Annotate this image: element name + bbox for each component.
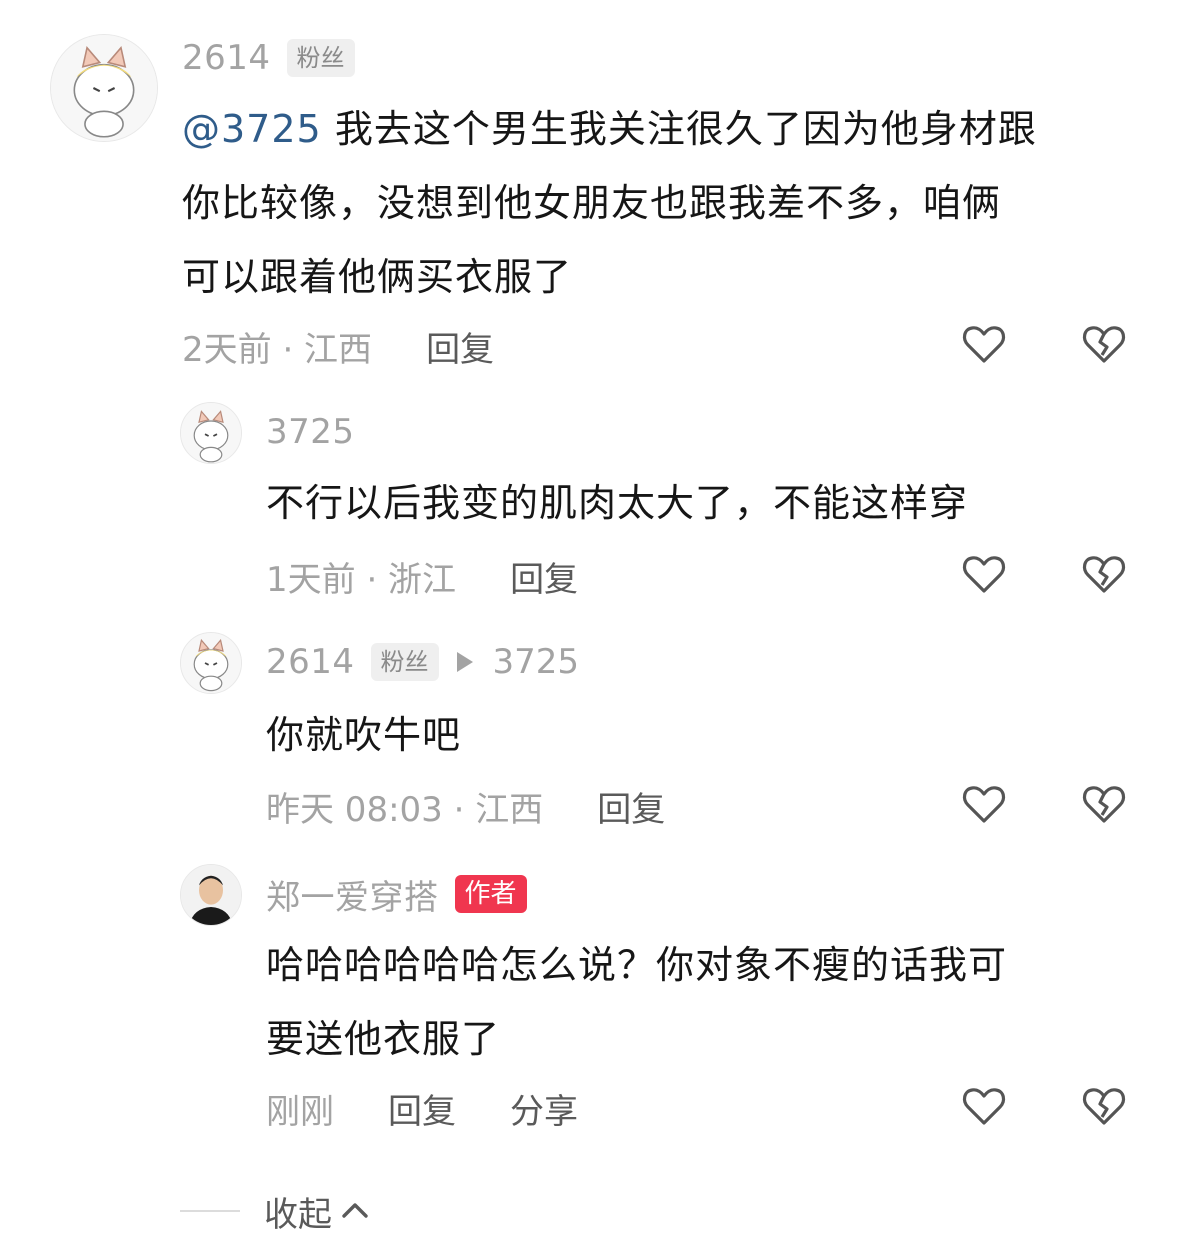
like-button[interactable]: [960, 1082, 1008, 1130]
avatar[interactable]: [50, 34, 158, 142]
reply-target-username[interactable]: 3725: [493, 642, 580, 682]
like-button[interactable]: [960, 550, 1008, 598]
collapse-label: 收起: [264, 1194, 332, 1235]
heart-outline-icon: [962, 326, 1006, 363]
cat-avatar-icon: [181, 403, 241, 463]
dislike-button[interactable]: [1080, 1082, 1128, 1130]
comment-line: 可以跟着他俩买衣服了: [182, 255, 573, 299]
collapse-replies-button[interactable]: 收起: [180, 1186, 372, 1236]
username[interactable]: 2614: [266, 642, 355, 682]
comment-line: 要送他衣服了: [266, 1017, 501, 1061]
like-button[interactable]: [960, 320, 1008, 368]
comment-text: 你就吹牛吧: [266, 698, 1146, 772]
author-badge: 作者: [454, 875, 527, 913]
cat-avatar-icon: [181, 633, 241, 693]
username[interactable]: 2614: [182, 38, 271, 78]
chevron-up-icon: [342, 1203, 368, 1218]
person-avatar-icon: [181, 865, 241, 925]
comment-line: 你比较像，没想到他女朋友也跟我差不多，咱俩: [182, 181, 1002, 225]
broken-heart-icon: [1082, 556, 1126, 593]
dislike-button[interactable]: [1080, 320, 1128, 368]
dislike-button[interactable]: [1080, 780, 1128, 828]
timestamp-location: 2天前 · 江西: [182, 329, 373, 370]
broken-heart-icon: [1082, 1088, 1126, 1125]
divider-line: [180, 1210, 240, 1212]
fan-badge: 粉丝: [286, 39, 355, 77]
timestamp: 刚刚: [266, 1091, 334, 1132]
heart-outline-icon: [962, 1088, 1006, 1125]
avatar[interactable]: [180, 632, 242, 694]
username[interactable]: 3725: [266, 412, 355, 452]
reply-button[interactable]: 回复: [426, 322, 494, 371]
timestamp-location: 1天前 · 浙江: [266, 559, 457, 600]
dislike-button[interactable]: [1080, 550, 1128, 598]
username[interactable]: 郑一爱穿搭: [266, 870, 439, 919]
comment-line: 我去这个男生我关注很久了因为他身材跟: [334, 107, 1037, 151]
reply-button[interactable]: 回复: [597, 782, 665, 831]
cat-avatar-icon: [51, 35, 157, 141]
broken-heart-icon: [1082, 326, 1126, 363]
comment-line: 哈哈哈哈哈哈怎么说？你对象不瘦的话我可: [266, 943, 1008, 987]
reply-button[interactable]: 回复: [510, 552, 578, 601]
heart-outline-icon: [962, 556, 1006, 593]
comment-line: 你就吹牛吧: [266, 713, 462, 757]
comment-text: 不行以后我变的肌肉太大了，不能这样穿: [266, 466, 1146, 540]
reply-button[interactable]: 回复: [388, 1084, 456, 1133]
heart-outline-icon: [962, 786, 1006, 823]
comment-text: 哈哈哈哈哈哈怎么说？你对象不瘦的话我可 要送他衣服了: [266, 928, 1146, 1076]
fan-badge: 粉丝: [370, 643, 439, 681]
avatar[interactable]: [180, 864, 242, 926]
reply-arrow-icon: [456, 652, 473, 672]
avatar[interactable]: [180, 402, 242, 464]
mention-link[interactable]: @3725: [182, 107, 322, 151]
like-button[interactable]: [960, 780, 1008, 828]
comment-text: @3725 我去这个男生我关注很久了因为他身材跟 你比较像，没想到他女朋友也跟我…: [182, 92, 1142, 314]
share-button[interactable]: 分享: [510, 1084, 578, 1133]
timestamp-location: 昨天 08:03 · 江西: [266, 789, 544, 830]
broken-heart-icon: [1082, 786, 1126, 823]
comment-line: 不行以后我变的肌肉太大了，不能这样穿: [266, 481, 969, 525]
